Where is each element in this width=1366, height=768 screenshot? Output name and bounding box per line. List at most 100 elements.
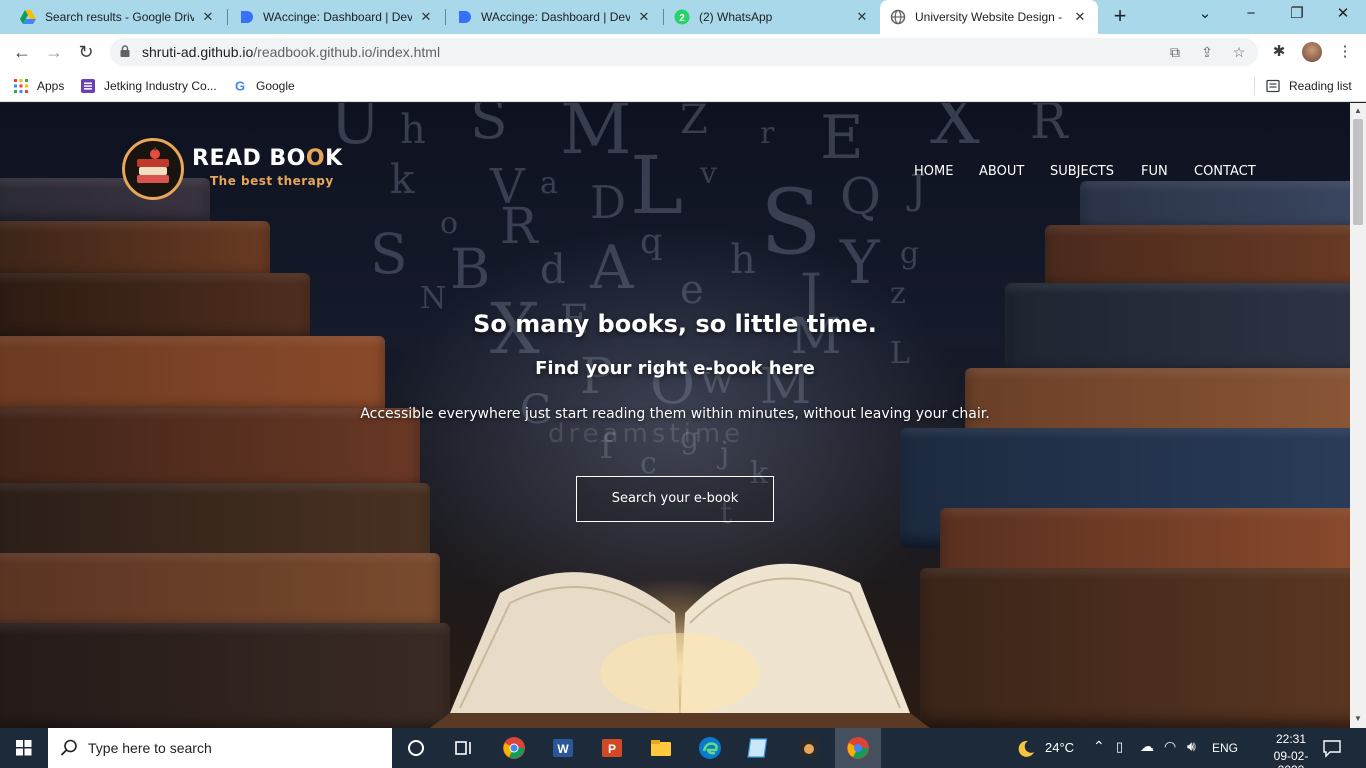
new-tab-button[interactable]: +: [1108, 5, 1132, 29]
bookmark-label: Apps: [37, 79, 65, 93]
svg-text:e: e: [680, 267, 704, 313]
svg-text:A: A: [589, 233, 634, 303]
hero-title: So many books, so little time.: [473, 310, 877, 338]
svg-text:d: d: [540, 247, 566, 293]
svg-text:W: W: [557, 742, 569, 756]
svg-text:X: X: [930, 103, 980, 160]
edge-icon[interactable]: [698, 736, 722, 760]
svg-text:R: R: [1030, 103, 1069, 150]
tab-title: WAccinge: Dashboard | Devfolio: [263, 10, 412, 24]
share-icon[interactable]: ⇪: [1198, 43, 1216, 61]
translate-icon[interactable]: ⧉: [1166, 43, 1184, 61]
nav-about[interactable]: ABOUT: [979, 164, 1024, 179]
bookmark-star-icon[interactable]: ☆: [1230, 43, 1248, 61]
bookmark-google[interactable]: G Google: [233, 77, 295, 95]
bookmarks-bar: Apps Jetking Industry Co... G Google Rea…: [0, 70, 1366, 102]
page-scrollbar[interactable]: ▲ ▼: [1350, 103, 1366, 728]
address-bar[interactable]: shruti-ad.github.io/readbook.github.io/i…: [110, 38, 1258, 66]
svg-text:2: 2: [679, 13, 685, 24]
svg-text:q: q: [640, 222, 662, 262]
svg-text:a: a: [540, 166, 558, 201]
word-icon[interactable]: W: [551, 736, 575, 760]
notification-center-icon[interactable]: [1322, 738, 1342, 758]
search-icon: [60, 739, 77, 756]
maximize-button[interactable]: ❐: [1274, 0, 1320, 30]
reading-list-button[interactable]: Reading list: [1266, 77, 1352, 95]
scroll-down-icon[interactable]: ▼: [1354, 714, 1362, 723]
menu-icon[interactable]: ⋮: [1334, 41, 1356, 63]
tab-strip: Search results - Google Drive ✕ WAccinge…: [0, 0, 1366, 34]
onedrive-cloud-icon[interactable]: ☁: [1140, 738, 1154, 768]
bookmark-label: Jetking Industry Co...: [104, 79, 217, 93]
close-icon[interactable]: ✕: [200, 9, 216, 25]
svg-text:g: g: [900, 236, 919, 271]
svg-text:v: v: [699, 156, 717, 191]
taskbar-search[interactable]: Type here to search: [48, 728, 392, 768]
tab-devfolio-1[interactable]: WAccinge: Dashboard | Devfolio ✕: [228, 0, 444, 34]
reload-button[interactable]: ↻: [72, 38, 100, 66]
google-drive-icon: [20, 10, 36, 24]
nav-home[interactable]: HOME: [914, 164, 953, 179]
search-ebook-button[interactable]: Search your e-book: [576, 476, 774, 522]
chrome-icon[interactable]: [502, 736, 526, 760]
file-explorer-icon[interactable]: [649, 736, 673, 760]
nav-fun[interactable]: FUN: [1141, 164, 1168, 179]
url-path: /readbook.github.io/index.html: [253, 44, 441, 60]
svg-text:G: G: [235, 79, 245, 93]
close-icon[interactable]: ✕: [854, 9, 870, 25]
close-icon[interactable]: ✕: [636, 9, 652, 25]
svg-text:P: P: [608, 742, 616, 756]
forward-button[interactable]: →: [40, 38, 68, 66]
notepad-icon[interactable]: [747, 736, 771, 760]
cortana-icon[interactable]: [404, 736, 428, 760]
chrome-active-window[interactable]: [835, 728, 881, 768]
tab-search-icon[interactable]: ⌄: [1182, 0, 1228, 30]
network-device-icon[interactable]: ▯: [1116, 739, 1123, 768]
bookmark-jetking[interactable]: Jetking Industry Co...: [81, 77, 217, 95]
wifi-icon[interactable]: ◠: [1164, 738, 1176, 768]
svg-text:z: z: [890, 276, 906, 311]
clock-date[interactable]: 09-02-2022: [1263, 749, 1319, 768]
whatsapp-icon: 2: [674, 9, 690, 25]
svg-text:R: R: [500, 197, 539, 255]
media-app-icon[interactable]: [797, 736, 821, 760]
profile-avatar[interactable]: [1302, 42, 1322, 62]
powerpoint-icon[interactable]: P: [600, 736, 624, 760]
scrollbar-thumb[interactable]: [1353, 119, 1363, 225]
back-button[interactable]: ←: [8, 38, 36, 66]
language-indicator[interactable]: ENG: [1212, 741, 1238, 768]
tab-university-website[interactable]: University Website Design - Devfolio ✕: [880, 0, 1098, 34]
url-text[interactable]: shruti-ad.github.io/readbook.github.io/i…: [142, 44, 440, 60]
svg-text:h: h: [730, 237, 756, 283]
hero-description: Accessible everywhere just start reading…: [360, 406, 990, 422]
tab-whatsapp[interactable]: 2 (2) WhatsApp ✕: [664, 0, 880, 34]
weather-moon-icon[interactable]: [1014, 738, 1036, 758]
weather-temperature[interactable]: 24°C: [1045, 740, 1074, 768]
hero-subtitle: Find your right e-book here: [535, 358, 815, 379]
close-icon[interactable]: ✕: [1072, 9, 1088, 25]
close-window-button[interactable]: ✕: [1320, 0, 1366, 30]
nav-subjects[interactable]: SUBJECTS: [1050, 164, 1114, 179]
close-icon[interactable]: ✕: [418, 9, 434, 25]
svg-text:Y: Y: [839, 228, 881, 298]
logo-name: READ BOOK: [192, 146, 343, 171]
tray-expand-icon[interactable]: ⌃: [1093, 738, 1105, 768]
svg-text:Z: Z: [680, 103, 708, 143]
reading-list-icon: [1266, 79, 1280, 93]
task-view-icon[interactable]: [452, 736, 476, 760]
svg-text:o: o: [440, 206, 458, 241]
nav-contact[interactable]: CONTACT: [1194, 164, 1256, 179]
scroll-up-icon[interactable]: ▲: [1354, 106, 1362, 115]
minimize-button[interactable]: −: [1228, 0, 1274, 30]
tab-title: WAccinge: Dashboard | Devfolio: [481, 10, 630, 24]
volume-icon[interactable]: 🔊︎: [1187, 738, 1196, 768]
tab-google-drive[interactable]: Search results - Google Drive ✕: [10, 0, 226, 34]
tab-title: Search results - Google Drive: [45, 10, 194, 24]
logo-tagline: The best therapy: [210, 174, 334, 188]
start-button[interactable]: [0, 728, 48, 768]
tab-devfolio-2[interactable]: WAccinge: Dashboard | Devfolio ✕: [446, 0, 662, 34]
google-icon: G: [235, 79, 245, 93]
extensions-icon[interactable]: ✱: [1268, 41, 1290, 63]
bookmark-apps[interactable]: Apps: [14, 77, 64, 95]
svg-text:S: S: [760, 170, 822, 275]
